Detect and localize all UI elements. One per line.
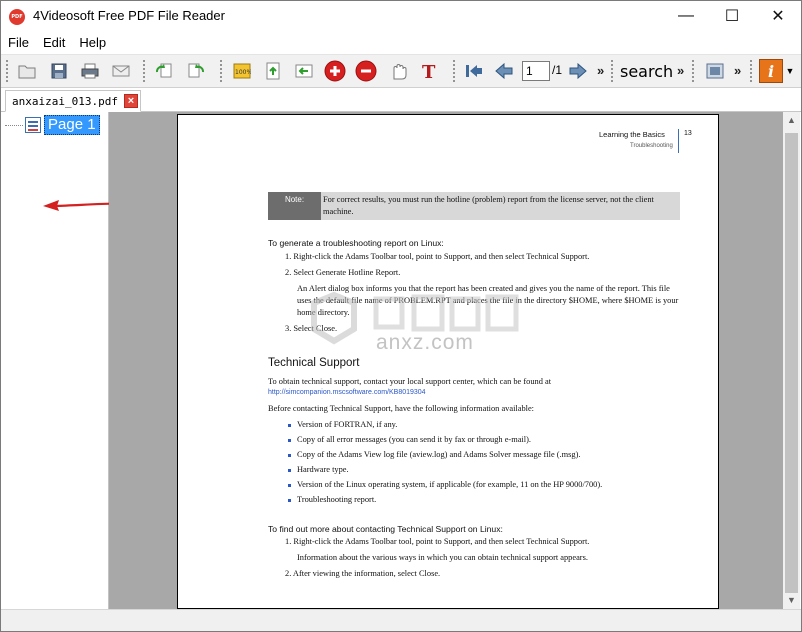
tree-connector xyxy=(5,124,23,126)
info-bullet: Hardware type. xyxy=(288,465,349,474)
chevron-down-icon[interactable]: ▼ xyxy=(783,60,797,82)
maximize-button[interactable]: ☐ xyxy=(709,1,755,31)
print-icon[interactable] xyxy=(79,60,101,82)
generate-step: 1. Right-click the Adams Toolbar tool, p… xyxy=(285,252,590,261)
first-page-icon[interactable] xyxy=(463,60,485,82)
menu-bar: File Edit Help xyxy=(1,32,801,54)
toolbar-more-button[interactable]: » xyxy=(677,63,684,78)
scroll-down-icon[interactable]: ▼ xyxy=(783,592,800,609)
page-count: /1 xyxy=(552,63,563,77)
page-chapter-title: Learning the Basics xyxy=(599,130,665,139)
tab-close-icon[interactable]: × xyxy=(123,94,138,108)
scroll-up-icon[interactable]: ▲ xyxy=(783,112,800,129)
minimize-button[interactable]: — xyxy=(663,1,709,31)
toolbar-grip[interactable] xyxy=(610,59,614,84)
menu-help[interactable]: Help xyxy=(72,33,113,53)
hand-tool-icon[interactable] xyxy=(387,60,409,82)
svg-text:100%: 100% xyxy=(235,69,251,76)
zoom-out-icon[interactable] xyxy=(355,60,377,82)
rotate-left-icon[interactable] xyxy=(153,60,175,82)
document-viewer[interactable]: Learning the Basics Troubleshooting 13 N… xyxy=(109,112,783,609)
note-label: Note: xyxy=(268,192,321,220)
generate-report-heading: To generate a troubleshooting report on … xyxy=(268,238,444,248)
scrollbar-thumb[interactable] xyxy=(785,133,798,593)
toolbar-grip[interactable] xyxy=(691,59,695,84)
find-out-more-heading: To find out more about contacting Techni… xyxy=(268,524,503,534)
watermark-text: anxz.com xyxy=(376,331,474,354)
toolbar-more-button[interactable]: » xyxy=(734,63,741,78)
note-text: For correct results, you must run the ho… xyxy=(323,195,654,216)
email-icon[interactable] xyxy=(110,60,132,82)
note-box: Note: For correct results, you must run … xyxy=(268,192,680,220)
previous-page-icon[interactable] xyxy=(493,60,515,82)
page-number: 13 xyxy=(684,130,692,137)
rotate-right-icon[interactable] xyxy=(185,60,207,82)
toolbar-grip[interactable] xyxy=(749,59,753,84)
page-tree-item[interactable]: Page 1 xyxy=(5,115,100,135)
find-out-step: 2. After viewing the information, select… xyxy=(285,569,441,578)
vertical-scrollbar[interactable]: ▲ ▼ xyxy=(783,112,800,609)
fit-page-icon[interactable] xyxy=(262,60,284,82)
fullscreen-icon[interactable] xyxy=(704,60,726,82)
before-contacting-text: Before contacting Technical Support, hav… xyxy=(268,404,535,413)
text-select-icon[interactable]: T xyxy=(418,60,440,82)
toolbar-grip[interactable] xyxy=(452,59,456,84)
document-tab[interactable]: anxaizai_013.pdf × xyxy=(5,90,141,112)
toolbar-more-button[interactable]: » xyxy=(597,63,604,78)
app-window: PDF 4Videosoft Free PDF File Reader — ☐ … xyxy=(0,0,802,632)
menu-file[interactable]: File xyxy=(1,33,36,53)
header-rule xyxy=(678,129,679,153)
app-logo: PDF xyxy=(9,9,25,25)
fit-width-icon[interactable] xyxy=(293,60,315,82)
menu-edit[interactable]: Edit xyxy=(36,33,72,53)
info-bullet: Troubleshooting report. xyxy=(287,495,377,504)
actual-size-icon[interactable]: 100% xyxy=(231,60,253,82)
toolbar-grip[interactable] xyxy=(142,59,146,84)
page-section-title: Troubleshooting xyxy=(630,143,673,149)
info-bullet: Copy of the Adams View log file (aview.l… xyxy=(288,450,581,459)
generate-step: 2. Select Generate Hotline Report. xyxy=(285,268,401,277)
page-number-input[interactable] xyxy=(522,61,550,81)
document-tab-bar: anxaizai_013.pdf × xyxy=(1,88,801,112)
close-button[interactable]: ✕ xyxy=(755,1,801,31)
search-label[interactable]: search xyxy=(620,62,673,81)
toolbar-grip[interactable] xyxy=(5,59,9,84)
page-tree-label[interactable]: Page 1 xyxy=(44,115,100,135)
title-bar: PDF 4Videosoft Free PDF File Reader — ☐ … xyxy=(1,1,801,32)
find-out-description: Information about the various ways in wh… xyxy=(297,553,588,562)
toolbar: 100% T /1 » sear xyxy=(1,54,801,88)
technical-support-intro: To obtain technical support, contact you… xyxy=(268,377,552,386)
next-page-icon[interactable] xyxy=(567,60,589,82)
info-bullet: Version of FORTRAN, if any. xyxy=(287,420,398,429)
save-icon[interactable] xyxy=(48,60,70,82)
tab-filename: anxaizai_013.pdf xyxy=(12,94,118,108)
info-bullet: Version of the Linux operating system, i… xyxy=(287,480,603,489)
svg-text:T: T xyxy=(422,62,436,80)
find-out-step: 1. Right-click the Adams Toolbar tool, p… xyxy=(285,537,590,546)
page-tree-sidebar: Page 1 xyxy=(1,112,109,609)
help-info-icon[interactable]: i xyxy=(759,59,783,83)
zoom-in-icon[interactable] xyxy=(324,60,346,82)
info-bullet: Copy of all error messages (you can send… xyxy=(288,435,531,444)
open-folder-icon[interactable] xyxy=(16,60,38,82)
support-link[interactable]: http://simcompanion.mscsoftware.com/KB80… xyxy=(268,389,426,396)
toolbar-grip[interactable] xyxy=(219,59,223,84)
page-icon xyxy=(25,117,41,133)
pdf-page: Learning the Basics Troubleshooting 13 N… xyxy=(177,114,719,609)
status-bar xyxy=(1,609,801,631)
window-title: 4Videosoft Free PDF File Reader xyxy=(33,8,225,23)
